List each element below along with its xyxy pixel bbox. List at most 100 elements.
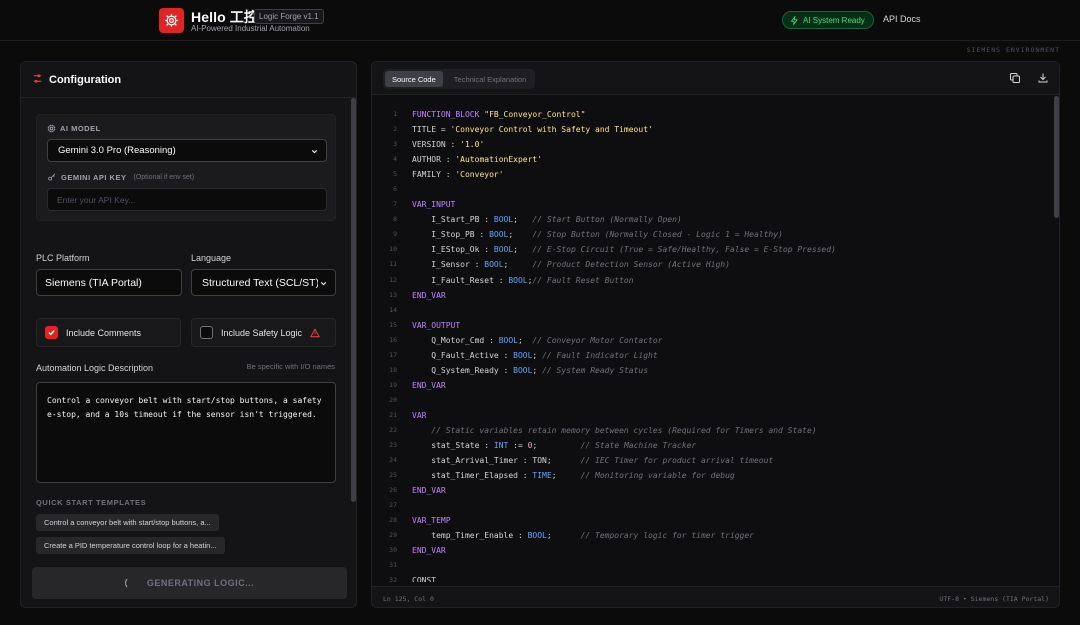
code-text: VAR — [412, 410, 427, 420]
download-icon[interactable] — [1037, 72, 1049, 84]
code-text: CONST — [412, 576, 437, 582]
code-line: 22 // Static variables retain memory bet… — [372, 423, 1055, 438]
code-line: 29 temp_Timer_Enable : BOOL; // Temporar… — [372, 528, 1055, 543]
line-number: 31 — [389, 561, 397, 570]
config-scrollbar[interactable] — [351, 98, 356, 502]
code-text: VERSION : '1.0' — [412, 140, 485, 150]
code-line: 6 — [372, 182, 1055, 197]
checkbox-checked[interactable] — [45, 326, 58, 339]
version-badge: Logic Forge v1.1 — [254, 9, 324, 24]
line-number: 17 — [389, 350, 397, 359]
include-comments-label: Include Comments — [66, 327, 142, 338]
copy-icon[interactable] — [1009, 72, 1021, 84]
code-line: 13 END_VAR — [372, 288, 1055, 303]
code-area[interactable]: 1 FUNCTION_BLOCK "FB_Conveyor_Control" 2 TI… — [372, 96, 1055, 582]
editor-header: Source Code Technical Explanation — [372, 62, 1059, 95]
code-line: 32 CONST — [372, 573, 1055, 582]
code-text: stat_Timer_Elapsed : TIME; // Monitoring… — [412, 471, 735, 481]
api-key-input[interactable]: Enter your API Key... — [47, 188, 327, 211]
language-select[interactable]: Structured Text (SCL/ST) — [191, 269, 336, 296]
code-line: 5 FAMILY : 'Conveyor' — [372, 167, 1055, 182]
plc-platform-label: PLC Platform — [36, 253, 90, 263]
line-number: 21 — [389, 410, 397, 419]
api-key-label: GEMINI API KEY (Optional if env set) — [47, 173, 194, 182]
ai-status-badge: AI System Ready — [782, 11, 874, 29]
code-text: I_Fault_Reset : BOOL;// Fault Reset Butt… — [412, 275, 634, 285]
ai-model-select[interactable]: Gemini 3.0 Pro (Reasoning) — [47, 139, 327, 162]
code-line: 24 stat_Arrival_Timer : TON; // IEC Time… — [372, 453, 1055, 468]
line-number: 22 — [389, 425, 397, 434]
code-line: 12 I_Fault_Reset : BOOL;// Fault Reset B… — [372, 273, 1055, 288]
include-safety-toggle[interactable]: Include Safety Logic — [191, 318, 336, 347]
line-number: 7 — [393, 200, 397, 209]
code-line: 21 VAR — [372, 408, 1055, 423]
editor-scrollbar[interactable] — [1054, 96, 1059, 218]
line-number: 6 — [393, 185, 397, 194]
generate-button[interactable]: GENERATING LOGIC... — [32, 567, 347, 599]
line-number: 5 — [393, 170, 397, 179]
line-number: 23 — [389, 441, 397, 450]
line-number: 27 — [389, 501, 397, 510]
description-textarea[interactable]: Control a conveyor belt with start/stop … — [36, 382, 336, 483]
code-text: TITLE = 'Conveyor Control with Safety an… — [412, 125, 653, 135]
line-number: 12 — [389, 275, 397, 284]
code-text: I_Stop_PB : BOOL; // Stop Button (Normal… — [412, 230, 783, 240]
chevron-down-icon — [311, 149, 318, 154]
tab-source-code[interactable]: Source Code — [385, 71, 443, 87]
code-line: 11 I_Sensor : BOOL; // Product Detection… — [372, 257, 1055, 272]
code-line: 8 I_Start_PB : BOOL; // Start Button (No… — [372, 212, 1055, 227]
code-line: 25 stat_Timer_Elapsed : TIME; // Monitor… — [372, 468, 1055, 483]
code-line: 27 — [372, 498, 1055, 513]
code-editor-panel: Source Code Technical Explanation 1 FUNCT… — [371, 61, 1060, 608]
line-number: 19 — [389, 380, 397, 389]
line-number: 16 — [389, 335, 397, 344]
code-text: VAR_OUTPUT — [412, 320, 461, 330]
code-line: 10 I_EStop_Ok : BOOL; // E-Stop Circuit … — [372, 242, 1055, 257]
description-hint: Be specific with I/O names — [246, 362, 335, 371]
top-bar: Hello 工控 Logic Forge v1.1 AI-Powered Ind… — [0, 0, 1080, 41]
line-number: 9 — [393, 230, 397, 239]
cpu-icon — [47, 124, 56, 133]
encoding-status: UTF-8 • Siemens (TIA Portal) — [939, 595, 1049, 603]
gear-logo-icon — [159, 8, 184, 33]
tab-technical-explanation[interactable]: Technical Explanation — [447, 71, 534, 87]
code-text: I_Start_PB : BOOL; // Start Button (Norm… — [412, 215, 682, 225]
code-text: Q_Fault_Active : BOOL; // Fault Indicato… — [412, 350, 658, 360]
code-text: Q_Motor_Cmd : BOOL; // Conveyor Motor Co… — [412, 335, 663, 345]
line-number: 20 — [389, 395, 397, 404]
code-line: 20 — [372, 393, 1055, 408]
code-line: 3 VERSION : '1.0' — [372, 137, 1055, 152]
plc-platform-field[interactable]: Siemens (TIA Portal) — [36, 269, 182, 296]
code-line: 28 VAR_TEMP — [372, 513, 1055, 528]
sliders-icon — [33, 74, 42, 83]
code-text: AUTHOR : 'AutomationExpert' — [412, 155, 543, 165]
code-line: 15 VAR_OUTPUT — [372, 318, 1055, 333]
code-line: 23 stat_State : INT := 0; // State Machi… — [372, 438, 1055, 453]
line-number: 4 — [393, 155, 397, 164]
line-number: 13 — [389, 290, 397, 299]
checkbox-unchecked[interactable] — [200, 326, 213, 339]
line-number: 15 — [389, 320, 397, 329]
configuration-header: Configuration — [21, 62, 356, 98]
line-number: 3 — [393, 140, 397, 149]
code-line: 9 I_Stop_PB : BOOL; // Stop Button (Norm… — [372, 227, 1055, 242]
line-number: 1 — [393, 110, 397, 118]
brand-subtitle: AI-Powered Industrial Automation — [191, 24, 310, 33]
line-number: 32 — [389, 576, 397, 582]
ai-status-text: AI System Ready — [803, 15, 865, 25]
template-chip[interactable]: Control a conveyor belt with start/stop … — [36, 514, 219, 531]
generate-label: GENERATING LOGIC... — [146, 578, 255, 588]
include-comments-toggle[interactable]: Include Comments — [36, 318, 181, 347]
configuration-panel: Configuration AI MODEL Gemini 3.0 Pro (R… — [20, 61, 357, 608]
api-docs-link[interactable]: API Docs — [883, 14, 921, 24]
editor-status-bar: Ln 125, Col 0 UTF-8 • Siemens (TIA Porta… — [372, 586, 1059, 607]
environment-label: SIEMENS ENVIRONMENT — [966, 46, 1060, 54]
editor-tabs: Source Code Technical Explanation — [383, 69, 536, 89]
template-chip[interactable]: Create a PID temperature control loop fo… — [36, 537, 225, 554]
code-text: VAR_INPUT — [412, 200, 456, 210]
code-line: 17 Q_Fault_Active : BOOL; // Fault Indic… — [372, 348, 1055, 363]
line-number: 26 — [389, 486, 397, 495]
configuration-title: Configuration — [49, 74, 122, 86]
code-text: // Static variables retain memory betwee… — [431, 425, 817, 435]
code-line: 7 VAR_INPUT — [372, 197, 1055, 212]
